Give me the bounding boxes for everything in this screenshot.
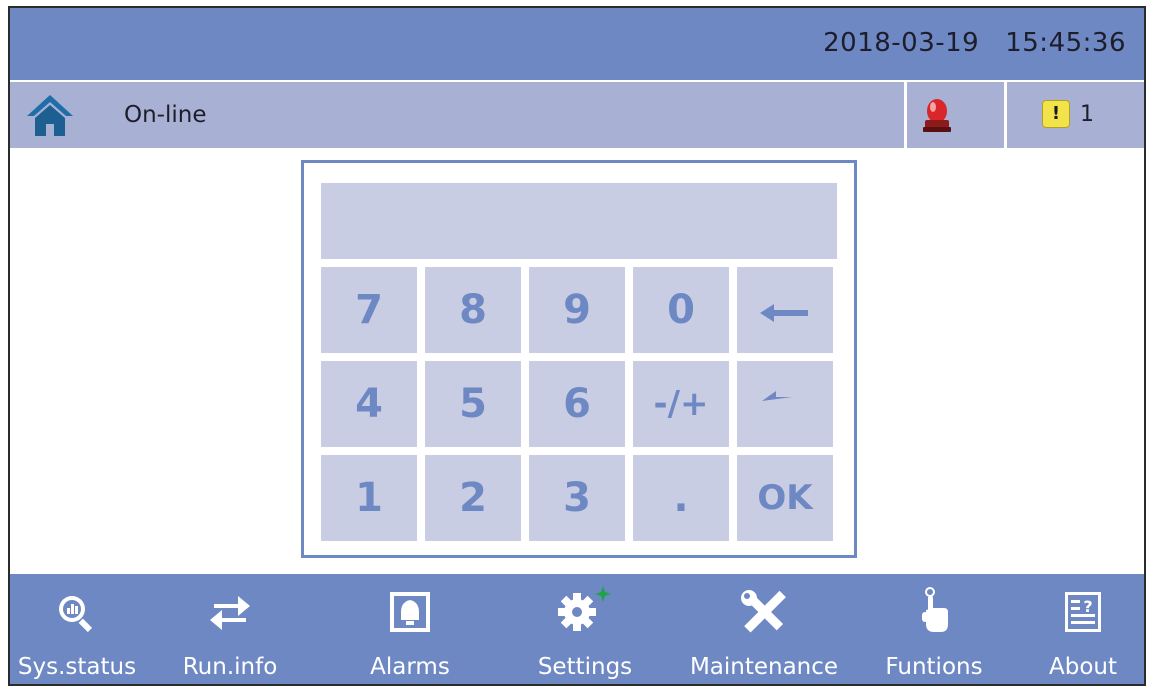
- nav-functions-label: Funtions: [885, 654, 983, 680]
- return-key[interactable]: [737, 361, 833, 447]
- key-5[interactable]: 5: [425, 361, 521, 447]
- nav-alarms[interactable]: Alarms: [350, 574, 470, 684]
- sys-status-icon: [59, 596, 93, 632]
- warning-count: 1: [1080, 101, 1094, 127]
- decimal-key[interactable]: .: [633, 455, 729, 541]
- home-button[interactable]: [26, 92, 74, 138]
- key-9[interactable]: 9: [529, 267, 625, 353]
- nav-run-info[interactable]: Run.info: [170, 574, 290, 684]
- key-4[interactable]: 4: [321, 361, 417, 447]
- nav-run-info-label: Run.info: [182, 654, 278, 680]
- datetime: 2018-03-19 15:45:36: [823, 28, 1126, 58]
- warning-icon: !: [1042, 100, 1070, 128]
- about-icon: ?: [1065, 592, 1101, 632]
- date-display: 2018-03-19: [823, 28, 980, 58]
- key-6[interactable]: 6: [529, 361, 625, 447]
- top-bar: 2018-03-19 15:45:36: [10, 8, 1144, 80]
- home-icon: [27, 95, 73, 136]
- app-frame: 2018-03-19 15:45:36 On-line ! 1 7 8 9 0 …: [8, 6, 1146, 686]
- nav-alarms-label: Alarms: [370, 654, 450, 680]
- nav-settings[interactable]: Settings: [520, 574, 650, 684]
- nav-settings-label: Settings: [537, 654, 633, 680]
- key-0[interactable]: 0: [633, 267, 729, 353]
- bottom-nav: Sys.status Run.info Alarms Settings Main…: [10, 574, 1144, 684]
- nav-maintenance-label: Maintenance: [689, 654, 839, 680]
- settings-icon: [558, 586, 611, 631]
- key-7[interactable]: 7: [321, 267, 417, 353]
- alarm-light-button[interactable]: [922, 96, 952, 134]
- key-1[interactable]: 1: [321, 455, 417, 541]
- status-divider: [1004, 82, 1007, 148]
- nav-maintenance[interactable]: Maintenance: [674, 574, 854, 684]
- alarms-icon: [390, 592, 430, 632]
- status-divider: [904, 82, 907, 148]
- sign-key[interactable]: -/+: [633, 361, 729, 447]
- svg-text:?: ?: [1083, 597, 1092, 616]
- time-display: 15:45:36: [1005, 28, 1126, 58]
- backspace-key[interactable]: [737, 267, 833, 353]
- warning-badge[interactable]: ! 1: [1042, 100, 1094, 128]
- nav-about-label: About: [1048, 654, 1117, 680]
- nav-sys-status-label: Sys.status: [17, 654, 137, 680]
- keypad-display[interactable]: [321, 183, 837, 259]
- maintenance-icon: [741, 590, 786, 633]
- alarm-light-icon: [923, 99, 951, 132]
- run-info-icon: [210, 596, 250, 630]
- numeric-keypad: 7 8 9 0 4 5 6 -/+ 1 2 3 . OK: [301, 160, 857, 558]
- backspace-icon: [760, 304, 808, 322]
- nav-about[interactable]: ? About: [1028, 574, 1138, 684]
- ok-button[interactable]: OK: [737, 455, 833, 541]
- status-bar: On-line ! 1: [10, 82, 1144, 148]
- nav-functions[interactable]: Funtions: [874, 574, 994, 684]
- key-8[interactable]: 8: [425, 267, 521, 353]
- connection-status: On-line: [124, 102, 207, 128]
- return-icon: [762, 391, 792, 401]
- functions-icon: [922, 587, 948, 632]
- nav-sys-status[interactable]: Sys.status: [10, 574, 144, 684]
- key-2[interactable]: 2: [425, 455, 521, 541]
- key-3[interactable]: 3: [529, 455, 625, 541]
